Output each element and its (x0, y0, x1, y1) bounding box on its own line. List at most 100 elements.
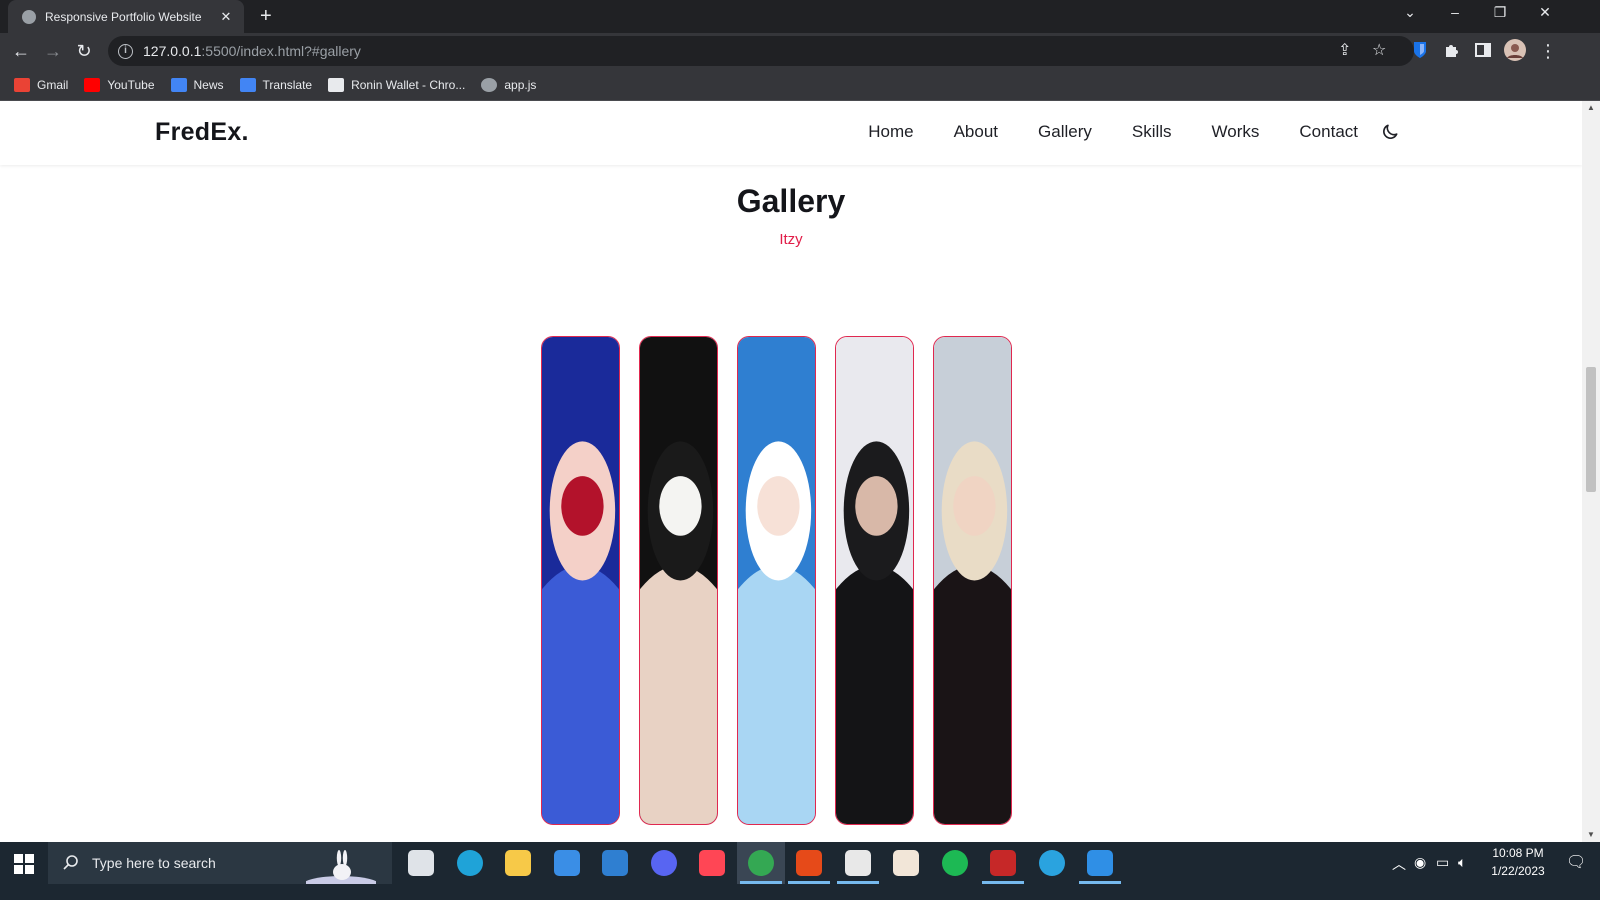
close-window-button[interactable]: ✕ (1533, 4, 1557, 21)
youtube-icon (84, 77, 101, 92)
scroll-up-arrow[interactable]: ▲ (1582, 103, 1600, 112)
site-header: FredEx. Home About Gallery Skills Works Conta… (0, 101, 1582, 165)
site-info-icon[interactable]: i (118, 43, 133, 59)
globe-icon (22, 9, 36, 24)
section-title: Gallery (736, 183, 846, 219)
nav-link-gallery[interactable]: Gallery (1038, 122, 1092, 142)
file-explorer-icon[interactable] (505, 850, 531, 876)
search-icon (63, 855, 78, 870)
gmail-icon (14, 77, 30, 92)
bookmark-label: YouTube (107, 77, 155, 92)
bookmark-item[interactable]: Translate (239, 77, 313, 92)
network-icon[interactable]: ▭ (1436, 854, 1449, 871)
side-panel-icon[interactable] (1473, 40, 1493, 60)
nav-link-contact[interactable]: Contact (1299, 122, 1358, 142)
gallery-photo-1[interactable] (541, 336, 620, 825)
running-app-indicator (837, 881, 879, 884)
globe-icon (481, 77, 498, 92)
ronin-wallet-icon (328, 77, 345, 92)
windows-taskbar: Type here to search ︿ ◉ ▭ 🔈︎ 10:08 PM 1/… (0, 842, 1600, 900)
photo-image (542, 337, 619, 824)
google-news-icon (170, 77, 187, 92)
anime-app-icon[interactable] (893, 850, 919, 876)
discord-icon[interactable] (651, 850, 677, 876)
volume-icon[interactable]: 🔈︎ (1458, 854, 1466, 871)
nav-link-works[interactable]: Works (1212, 122, 1260, 142)
photo-image (836, 337, 913, 824)
browser-tab[interactable]: Responsive Portfolio Website ✕ (8, 0, 244, 33)
windows-start-icon[interactable] (14, 854, 34, 874)
search-placeholder: Type here to search (92, 855, 216, 871)
gallery-strip (541, 336, 1012, 825)
clock-time[interactable]: 10:08 PM (1478, 846, 1558, 860)
browser-tab-bar: Responsive Portfolio Website ✕ + ⌄ – ❐ ✕ (0, 0, 1600, 33)
edge-icon[interactable] (457, 850, 483, 876)
bookmark-label: Ronin Wallet - Chro... (351, 77, 466, 92)
bookmark-label: News (193, 77, 224, 92)
bitwarden-extension-icon[interactable] (1410, 40, 1430, 60)
tab-title: Responsive Portfolio Website (45, 9, 202, 24)
site-nav: Home About Gallery Skills Works Contact (828, 122, 1400, 142)
address-bar[interactable]: i 127.0.0.1 :5500/index.html?#gallery ⇪ … (108, 36, 1414, 66)
close-tab-icon[interactable]: ✕ (218, 9, 234, 25)
moon-icon[interactable] (1380, 122, 1400, 142)
section-subtitle: Itzy (779, 231, 803, 248)
extensions-puzzle-icon[interactable] (1442, 40, 1462, 60)
nav-link-home[interactable]: Home (868, 122, 913, 142)
gallery-photo-3[interactable] (737, 336, 816, 825)
bookmark-label: Gmail (37, 77, 69, 92)
running-app-indicator (740, 881, 782, 884)
google-translate-icon (239, 77, 256, 92)
gallery-photo-4[interactable] (835, 336, 914, 825)
game-app-icon[interactable] (990, 850, 1016, 876)
browser-toolbar: ← → ↻ i 127.0.0.1 :5500/index.html?#gall… (0, 33, 1600, 69)
running-app-indicator (788, 881, 830, 884)
restore-button[interactable]: ❐ (1488, 4, 1512, 21)
taskbar-search-input[interactable]: Type here to search (48, 842, 392, 884)
bookmark-item[interactable]: Gmail (14, 77, 69, 92)
office-icon[interactable] (796, 850, 822, 876)
meet-now-icon[interactable]: ◉ (1414, 854, 1426, 871)
nav-link-skills[interactable]: Skills (1132, 122, 1172, 142)
minimize-button[interactable]: – (1443, 4, 1467, 20)
game-launcher-icon[interactable] (845, 850, 871, 876)
valorant-icon[interactable] (699, 850, 725, 876)
reload-button[interactable]: ↻ (72, 40, 96, 62)
scroll-down-arrow[interactable]: ▼ (1582, 830, 1600, 839)
show-hidden-icons-icon[interactable]: ︿ (1392, 854, 1406, 874)
share-icon[interactable]: ⇪ (1338, 40, 1351, 60)
task-view-icon[interactable] (408, 850, 434, 876)
bookmark-item[interactable]: app.js (481, 77, 536, 92)
telegram-icon[interactable] (1039, 850, 1065, 876)
chrome-icon[interactable] (748, 850, 774, 876)
vscode-icon[interactable] (1087, 850, 1113, 876)
notifications-icon[interactable]: 🗨︎ (1566, 852, 1586, 872)
spotify-icon[interactable] (942, 850, 968, 876)
menu-kebab-icon[interactable]: ⋮ (1536, 40, 1560, 62)
clock-date[interactable]: 1/22/2023 (1478, 864, 1558, 878)
url-host: 127.0.0.1 (143, 43, 202, 59)
bookmark-item[interactable]: Ronin Wallet - Chro... (328, 77, 466, 92)
running-app-indicator (982, 881, 1024, 884)
scrollbar-thumb[interactable] (1586, 367, 1596, 492)
page-scrollbar[interactable]: ▲ ▼ (1582, 101, 1600, 842)
running-app-indicator (1079, 881, 1121, 884)
photo-image (738, 337, 815, 824)
profile-avatar[interactable] (1504, 39, 1526, 61)
new-tab-button[interactable]: + (260, 5, 272, 27)
back-button[interactable]: ← (9, 40, 33, 62)
gallery-photo-2[interactable] (639, 336, 718, 825)
bookmark-label: Translate (262, 77, 313, 92)
site-logo[interactable]: FredEx. (155, 118, 249, 147)
forward-button[interactable]: → (41, 40, 65, 62)
gallery-photo-5[interactable] (933, 336, 1012, 825)
web-page: FredEx. Home About Gallery Skills Works Conta… (0, 101, 1582, 842)
tab-search-icon[interactable]: ⌄ (1398, 4, 1422, 21)
microsoft-store-icon[interactable] (554, 850, 580, 876)
bookmark-star-icon[interactable]: ☆ (1372, 40, 1386, 60)
mail-icon[interactable] (602, 850, 628, 876)
bookmark-item[interactable]: News (170, 77, 224, 92)
nav-link-about[interactable]: About (954, 122, 998, 142)
bookmark-item[interactable]: YouTube (84, 77, 155, 92)
rabbit-search-highlight-icon (306, 850, 376, 884)
